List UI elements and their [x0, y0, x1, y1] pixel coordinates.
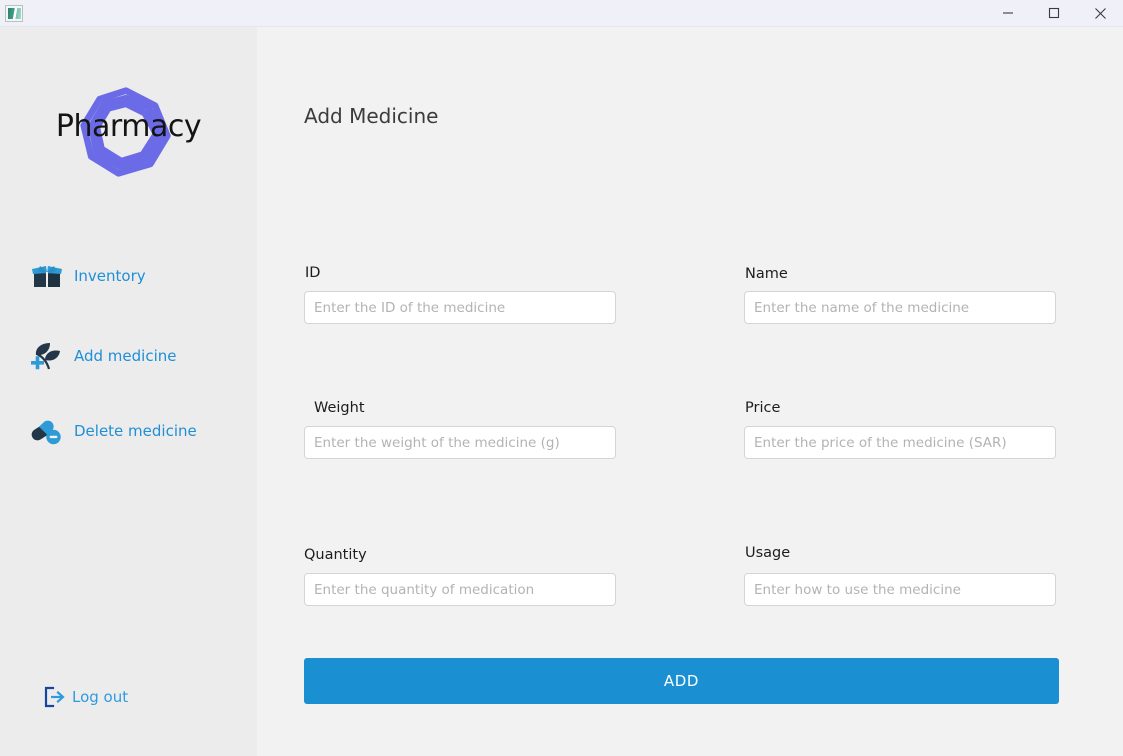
window-titlebar [0, 0, 1123, 27]
page-title: Add Medicine [304, 104, 439, 128]
logout-button[interactable]: Log out [0, 677, 257, 717]
sidebar-item-label: Add medicine [74, 347, 177, 365]
close-icon [1094, 7, 1106, 19]
close-button[interactable] [1077, 0, 1123, 27]
app-icon-glyph [7, 7, 21, 19]
field-usage: Usage [744, 545, 1056, 606]
field-label-weight: Weight [314, 400, 365, 416]
quantity-input[interactable] [304, 573, 616, 606]
field-label-quantity: Quantity [304, 547, 367, 563]
pills-minus-icon [30, 416, 74, 446]
sidebar: Pharmacy Inventory Add medicine Delete m… [0, 27, 257, 756]
logout-door-arrow-icon [42, 685, 72, 709]
app-window-icon [5, 4, 23, 22]
sidebar-item-delete-medicine[interactable]: Delete medicine [0, 409, 257, 453]
app-logo: Pharmacy [0, 65, 257, 187]
logout-label: Log out [72, 688, 129, 706]
add-button[interactable]: ADD [304, 658, 1059, 704]
minimize-button[interactable] [985, 0, 1031, 27]
weight-input[interactable] [304, 426, 616, 459]
field-label-name: Name [745, 266, 788, 282]
main-content: Add Medicine ID Name Weight Price Quanti… [257, 27, 1123, 756]
field-label-usage: Usage [745, 545, 791, 561]
maximize-icon [1048, 7, 1060, 19]
field-weight: Weight [304, 400, 616, 459]
sidebar-item-label: Inventory [74, 267, 146, 285]
field-label-id: ID [305, 265, 321, 281]
sidebar-item-add-medicine[interactable]: Add medicine [0, 334, 257, 378]
field-label-price: Price [745, 400, 781, 416]
field-price: Price [744, 400, 1056, 459]
maximize-button[interactable] [1031, 0, 1077, 27]
minimize-icon [1003, 12, 1013, 14]
logo-text: Pharmacy [55, 109, 202, 144]
field-id: ID [304, 265, 616, 324]
field-quantity: Quantity [304, 547, 616, 606]
id-input[interactable] [304, 291, 616, 324]
open-box-icon [30, 262, 74, 290]
field-name: Name [744, 265, 1056, 324]
sidebar-item-inventory[interactable]: Inventory [0, 254, 257, 298]
name-input[interactable] [744, 291, 1056, 324]
plant-plus-icon [30, 340, 74, 372]
price-input[interactable] [744, 426, 1056, 459]
sidebar-item-label: Delete medicine [74, 422, 197, 440]
usage-input[interactable] [744, 573, 1056, 606]
